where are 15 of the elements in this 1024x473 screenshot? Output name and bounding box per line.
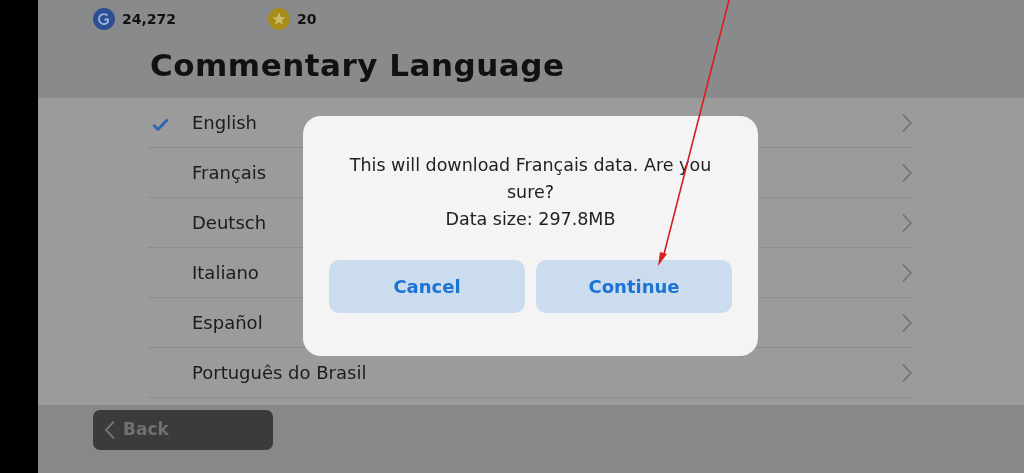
chevron-right-icon [902,112,912,133]
currency-amount: 24,272 [122,9,177,29]
chevron-right-icon [902,312,912,333]
chevron-right-icon [902,212,912,233]
dialog-button[interactable]: Continue [536,260,732,314]
currency-amount: 20 [297,9,317,29]
chevron-right-icon [902,262,912,283]
star-coin-icon [268,8,290,30]
page-title: Commentary Language [150,46,566,85]
data-size-text: Data size: 297.8MB [444,208,617,232]
chevron-right-icon [902,162,912,183]
chevron-left-icon [105,420,115,440]
g-coin-icon [93,8,115,30]
dialog-button[interactable]: Cancel [329,260,525,314]
chevron-right-icon [902,362,912,383]
